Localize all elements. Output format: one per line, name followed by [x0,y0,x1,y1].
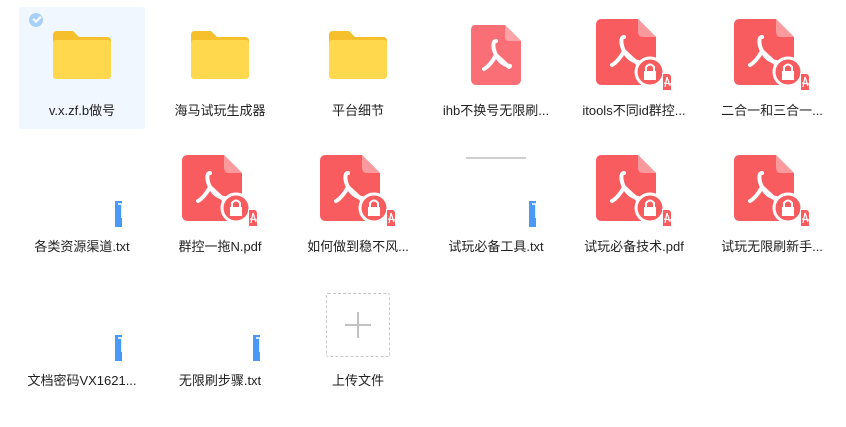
file-tile[interactable]: 试玩必备工具.txt [433,143,559,265]
file-name: 试玩无限刷新手... [721,239,823,254]
txt-icon [19,285,145,365]
pdf-locked-icon [157,151,283,231]
file-tile[interactable]: 海马试玩生成器 [157,7,283,129]
file-name: 试玩必备技术.pdf [584,239,684,254]
file-name: 无限刷步骤.txt [178,373,262,388]
folder-icon [295,15,421,95]
file-tile[interactable]: v.x.zf.b做号 [19,7,145,129]
folder-icon [19,15,145,95]
file-name: ihb不换号无限刷... [442,103,550,118]
pdf-locked-icon [709,151,835,231]
file-name: 群控一拖N.pdf [178,239,262,254]
file-name: 海马试玩生成器 [174,103,266,118]
file-tile[interactable]: 群控一拖N.pdf [157,143,283,265]
file-tile[interactable]: 文档密码VX1621... [19,277,145,399]
file-tile[interactable]: ihb不换号无限刷... [433,7,559,129]
file-name: 如何做到稳不风... [307,239,409,254]
file-name: itools不同id群控... [582,103,686,118]
file-name: v.x.zf.b做号 [48,103,116,118]
file-tile[interactable]: 试玩无限刷新手... [709,143,835,265]
file-tile[interactable]: 二合一和三合一... [709,7,835,129]
upload-label: 上传文件 [331,373,384,388]
txt-icon [19,151,145,231]
upload-area [295,285,421,365]
pdf-locked-icon [709,15,835,95]
file-name: 二合一和三合一... [721,103,823,118]
upload-plus-icon[interactable] [326,293,390,357]
file-tile[interactable]: 平台细节 [295,7,421,129]
upload-file-button[interactable]: 上传文件 [295,277,421,399]
txt-icon [157,285,283,365]
txt-icon [433,151,559,231]
file-name: 平台细节 [331,103,384,118]
file-tile[interactable]: 无限刷步骤.txt [157,277,283,399]
file-tile[interactable]: itools不同id群控... [571,7,697,129]
file-tile[interactable]: 试玩必备技术.pdf [571,143,697,265]
file-tile[interactable]: 如何做到稳不风... [295,143,421,265]
file-tile[interactable]: 各类资源渠道.txt [19,143,145,265]
pdf-icon [433,15,559,95]
pdf-locked-icon [295,151,421,231]
pdf-locked-icon [571,151,697,231]
folder-icon [157,15,283,95]
file-name: 各类资源渠道.txt [34,239,130,254]
file-name: 试玩必备工具.txt [448,239,544,254]
pdf-locked-icon [571,15,697,95]
file-name: 文档密码VX1621... [27,373,137,388]
